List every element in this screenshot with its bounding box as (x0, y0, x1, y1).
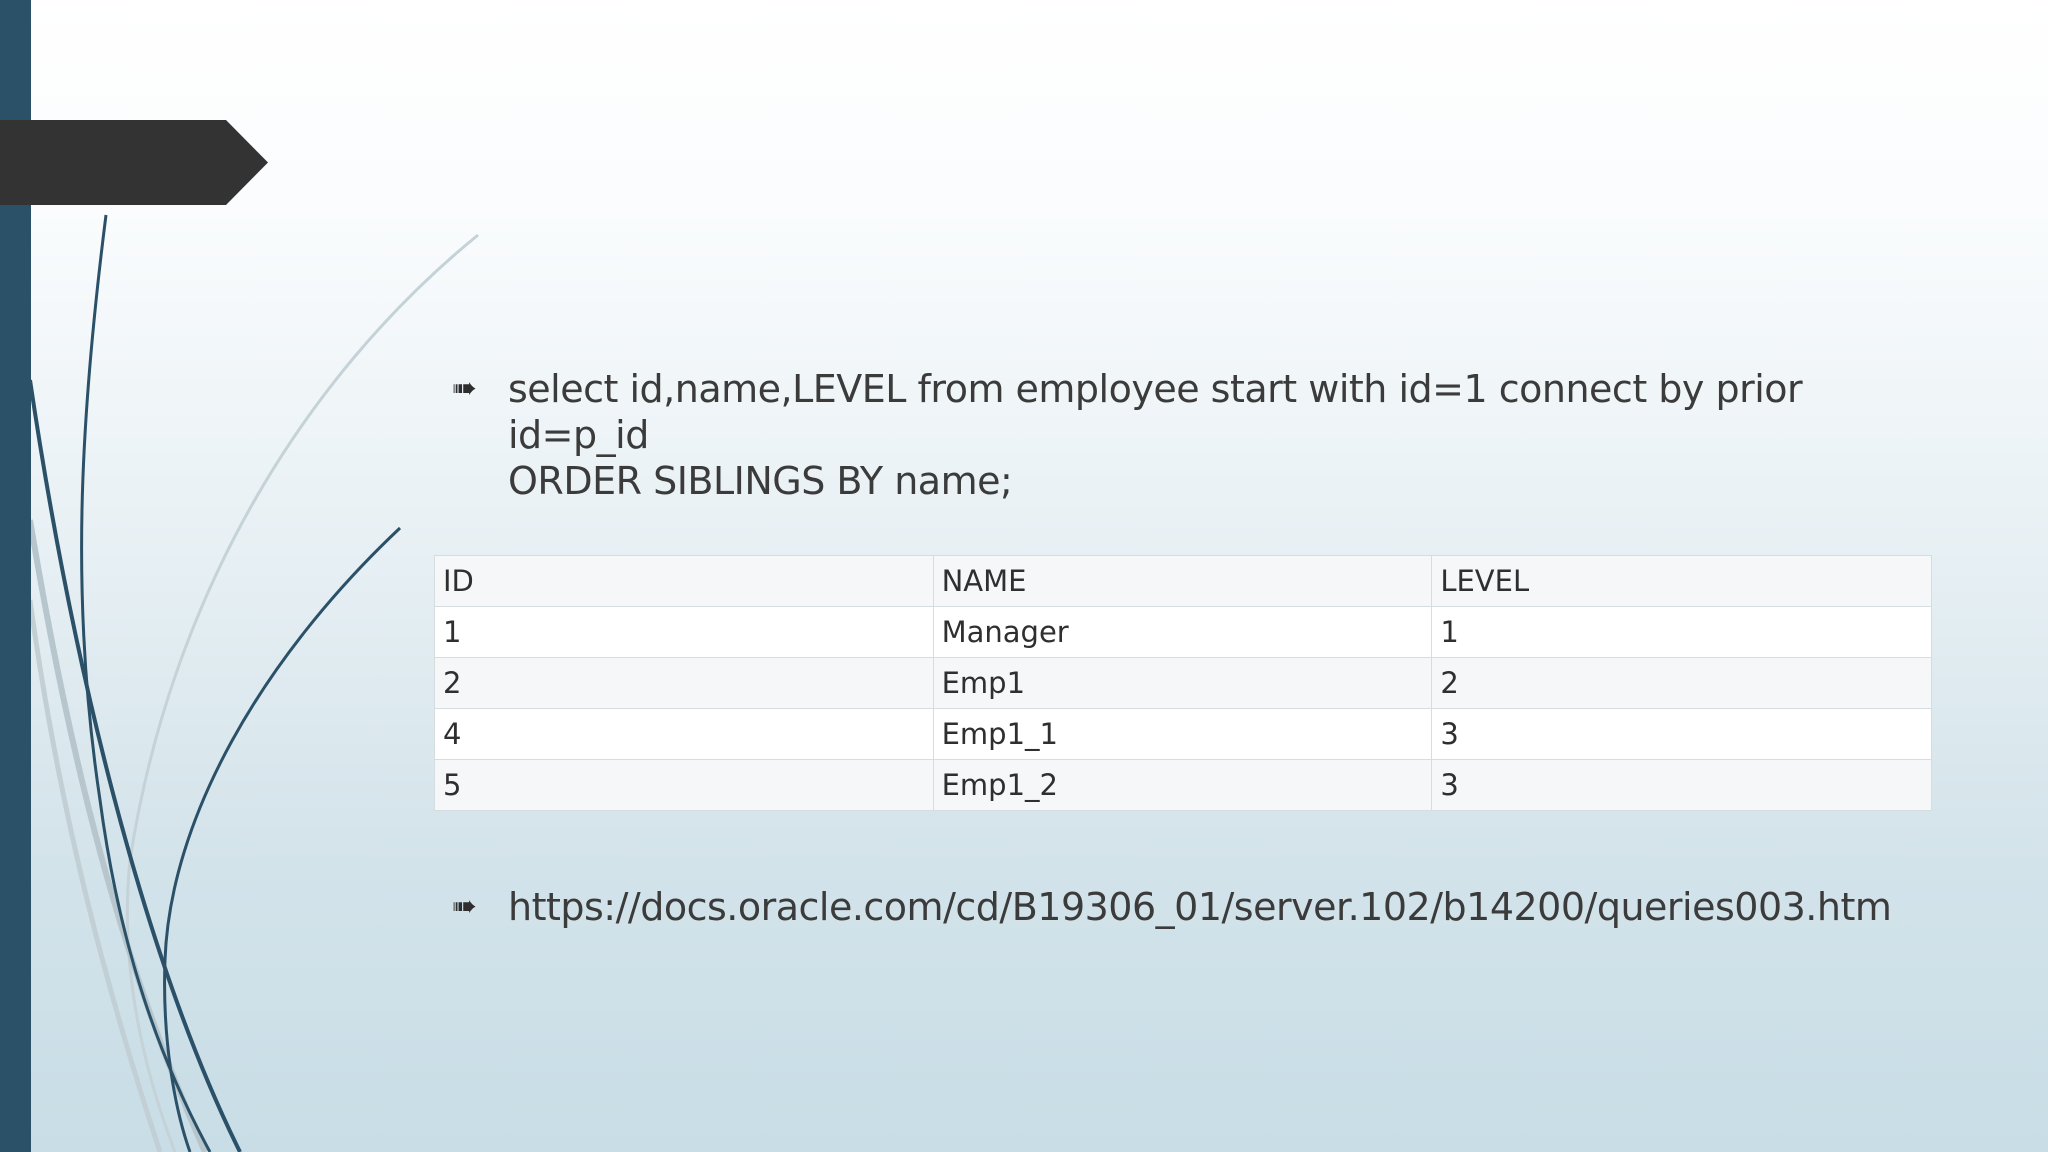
sql-line-1: select id,name,LEVEL from employee start… (508, 367, 1803, 457)
curve-dark-1 (80, 214, 212, 1152)
table-header-row: ID NAME LEVEL (434, 555, 1932, 607)
bullet-text: select id,name,LEVEL from employee start… (508, 366, 1872, 504)
cell-level: 3 (1431, 708, 1932, 760)
arrow-bullet-icon: ➠ (452, 889, 477, 924)
cell-id: 5 (434, 759, 934, 811)
cell-name: Emp1 (932, 657, 1433, 709)
query-result-table: ID NAME LEVEL 1 Manager 1 2 Emp1 2 4 Emp… (434, 555, 1932, 811)
cell-level: 1 (1431, 606, 1932, 658)
curve-dark-2 (28, 379, 242, 1152)
cell-id: 2 (434, 657, 934, 709)
column-header-name: NAME (932, 555, 1433, 607)
cell-name: Emp1_2 (932, 759, 1433, 811)
cell-level: 3 (1431, 759, 1932, 811)
curve-light-2 (27, 519, 208, 1152)
bullet-reference-link: ➠ https://docs.oracle.com/cd/B19306_01/s… (452, 884, 1892, 930)
cell-id: 1 (434, 606, 934, 658)
title-tab-shape (0, 120, 268, 205)
column-header-level: LEVEL (1431, 555, 1932, 607)
cell-name: Emp1_1 (932, 708, 1433, 760)
cell-id: 4 (434, 708, 934, 760)
curve-light-3 (27, 599, 163, 1152)
slide: ➠ select id,name,LEVEL from employee sta… (0, 0, 2048, 1152)
reference-url[interactable]: https://docs.oracle.com/cd/B19306_01/ser… (508, 884, 1892, 930)
bullet-sql-query: ➠ select id,name,LEVEL from employee sta… (452, 366, 1872, 504)
arrow-bullet-icon: ➠ (452, 371, 477, 406)
table-row: 5 Emp1_2 3 (434, 759, 1932, 811)
cell-level: 2 (1431, 657, 1932, 709)
sql-line-2: ORDER SIBLINGS BY name; (508, 459, 1013, 503)
table-row: 1 Manager 1 (434, 606, 1932, 658)
table-row: 2 Emp1 2 (434, 657, 1932, 709)
cell-name: Manager (932, 606, 1433, 658)
column-header-id: ID (434, 555, 934, 607)
table-row: 4 Emp1_1 3 (434, 708, 1932, 760)
